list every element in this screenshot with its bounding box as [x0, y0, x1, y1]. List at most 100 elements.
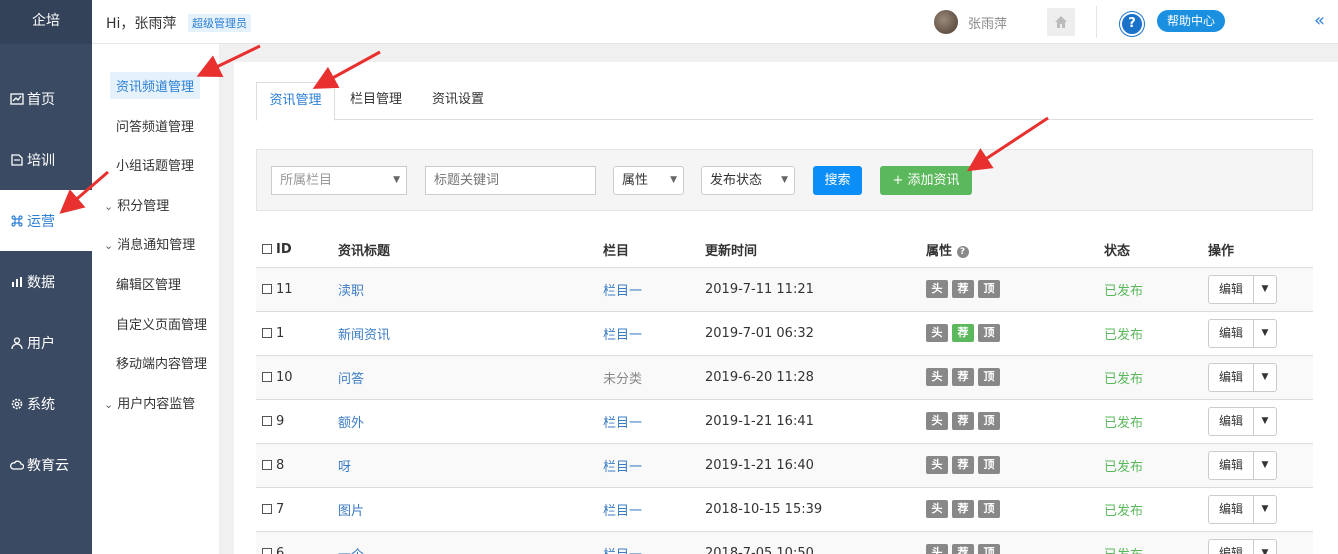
column-link[interactable]: 栏目一: [603, 328, 642, 343]
subnav-group-points[interactable]: ⌄ 积分管理: [104, 195, 169, 214]
cell-status: 已发布: [1104, 399, 1208, 444]
edit-button[interactable]: 编辑: [1209, 495, 1255, 523]
news-title-link[interactable]: 渎职: [338, 284, 364, 299]
tag-top[interactable]: 顶: [978, 280, 1000, 298]
row-checkbox[interactable]: [262, 547, 272, 554]
nav-item-system[interactable]: 系统: [0, 373, 92, 434]
column-link[interactable]: 栏目一: [603, 548, 642, 554]
tag-recommend[interactable]: 荐: [952, 456, 974, 474]
caret-down-icon[interactable]: ▼: [1254, 320, 1276, 347]
tag-recommend[interactable]: 荐: [952, 412, 974, 430]
column-link[interactable]: 栏目一: [603, 504, 642, 519]
tag-headline[interactable]: 头: [926, 280, 948, 298]
tag-top[interactable]: 顶: [978, 544, 1000, 554]
caret-down-icon[interactable]: ▼: [1254, 496, 1276, 523]
tab-column-management[interactable]: 栏目管理: [340, 82, 412, 120]
tag-recommend[interactable]: 荐: [952, 500, 974, 518]
subnav-group-content-monitor[interactable]: ⌄ 用户内容监管: [104, 393, 195, 412]
tag-top[interactable]: 顶: [978, 456, 1000, 474]
row-checkbox[interactable]: [262, 459, 272, 470]
news-title-link[interactable]: 呀: [338, 460, 351, 475]
subnav-item-news-channel[interactable]: 资讯频道管理: [110, 72, 201, 99]
news-title-link[interactable]: 额外: [338, 416, 364, 431]
tag-top[interactable]: 顶: [978, 412, 1000, 430]
nav-item-operations[interactable]: 运营: [0, 190, 92, 251]
cell-column: 栏目一: [603, 399, 705, 444]
question-icon[interactable]: ?: [956, 245, 969, 258]
tag-headline[interactable]: 头: [926, 368, 948, 386]
edit-button[interactable]: 编辑: [1209, 451, 1255, 479]
help-icon[interactable]: ?: [1120, 12, 1144, 36]
row-checkbox[interactable]: [262, 415, 272, 426]
attribute-select[interactable]: 属性 ▼: [613, 166, 684, 195]
nav-label: 运营: [27, 213, 55, 230]
tag-top[interactable]: 顶: [978, 500, 1000, 518]
cell-column: 栏目一: [603, 487, 705, 532]
nav-label: 首页: [27, 91, 55, 108]
row-checkbox[interactable]: [262, 503, 272, 514]
status-select[interactable]: 发布状态 ▼: [701, 166, 795, 195]
edit-button[interactable]: 编辑: [1209, 275, 1255, 303]
news-title-link[interactable]: 新闻资讯: [338, 328, 390, 343]
tag-recommend[interactable]: 荐: [952, 280, 974, 298]
column-link[interactable]: 栏目一: [603, 416, 642, 431]
subnav-label: 消息通知管理: [117, 238, 196, 253]
collapse-icon[interactable]: «: [1314, 10, 1325, 31]
add-news-button[interactable]: + 添加资讯: [880, 166, 972, 195]
column-link[interactable]: 未分类: [603, 372, 642, 387]
caret-down-icon[interactable]: ▼: [1254, 364, 1276, 391]
tag-recommend[interactable]: 荐: [952, 368, 974, 386]
tab-news-management[interactable]: 资讯管理: [256, 82, 335, 121]
subnav-group-notifications[interactable]: ⌄ 消息通知管理: [104, 234, 195, 253]
search-button[interactable]: 搜索: [813, 166, 862, 195]
column-select[interactable]: 所属栏目 ▼: [271, 166, 407, 195]
nav-item-users[interactable]: 用户: [0, 312, 92, 373]
tag-headline[interactable]: 头: [926, 544, 948, 554]
subnav-item-group-topics[interactable]: 小组话题管理: [116, 155, 194, 174]
edit-button[interactable]: 编辑: [1209, 319, 1255, 347]
subnav-item-mobile-content[interactable]: 移动端内容管理: [116, 353, 207, 372]
help-center-button[interactable]: 帮助中心: [1157, 10, 1226, 32]
column-link[interactable]: 栏目一: [603, 460, 642, 475]
tab-news-settings[interactable]: 资讯设置: [420, 82, 496, 120]
tag-headline[interactable]: 头: [926, 324, 948, 342]
caret-down-icon[interactable]: ▼: [1254, 452, 1276, 479]
brand-logo: 企培: [0, 0, 92, 44]
keyword-input[interactable]: [425, 166, 596, 195]
nav-item-home[interactable]: 首页: [0, 68, 92, 129]
cell-status: 已发布: [1104, 267, 1208, 312]
caret-down-icon[interactable]: ▼: [1254, 276, 1276, 303]
nav-item-training[interactable]: 培训: [0, 129, 92, 190]
username[interactable]: 张雨萍: [968, 13, 1007, 32]
tag-recommend[interactable]: 荐: [952, 324, 974, 342]
news-title-link[interactable]: 图片: [338, 504, 364, 519]
avatar[interactable]: [934, 10, 958, 34]
select-all-checkbox[interactable]: [262, 243, 272, 254]
edit-button[interactable]: 编辑: [1209, 363, 1255, 391]
row-checkbox[interactable]: [262, 283, 272, 294]
cell-attr: 头荐顶: [926, 311, 1104, 356]
cell-column: 栏目一: [603, 443, 705, 488]
caret-down-icon[interactable]: ▼: [1254, 408, 1276, 435]
home-button[interactable]: [1047, 8, 1075, 36]
column-link[interactable]: 栏目一: [603, 284, 642, 299]
subnav-item-custom-pages[interactable]: 自定义页面管理: [116, 314, 207, 333]
tag-top[interactable]: 顶: [978, 324, 1000, 342]
row-checkbox[interactable]: [262, 327, 272, 338]
edit-button[interactable]: 编辑: [1209, 407, 1255, 435]
nav-item-data[interactable]: 数据: [0, 251, 92, 312]
edit-button[interactable]: 编辑: [1209, 539, 1255, 554]
tag-headline[interactable]: 头: [926, 456, 948, 474]
user-icon: [11, 336, 23, 349]
news-title-link[interactable]: 问答: [338, 372, 364, 387]
nav-item-edu-cloud[interactable]: 教育云: [0, 434, 92, 495]
news-title-link[interactable]: 一个: [338, 548, 364, 554]
subnav-item-qa-channel[interactable]: 问答频道管理: [116, 116, 194, 135]
tag-headline[interactable]: 头: [926, 500, 948, 518]
subnav-item-editor-area[interactable]: 编辑区管理: [116, 274, 181, 293]
tag-top[interactable]: 顶: [978, 368, 1000, 386]
caret-down-icon[interactable]: ▼: [1254, 540, 1276, 554]
tag-recommend[interactable]: 荐: [952, 544, 974, 554]
row-checkbox[interactable]: [262, 371, 272, 382]
tag-headline[interactable]: 头: [926, 412, 948, 430]
